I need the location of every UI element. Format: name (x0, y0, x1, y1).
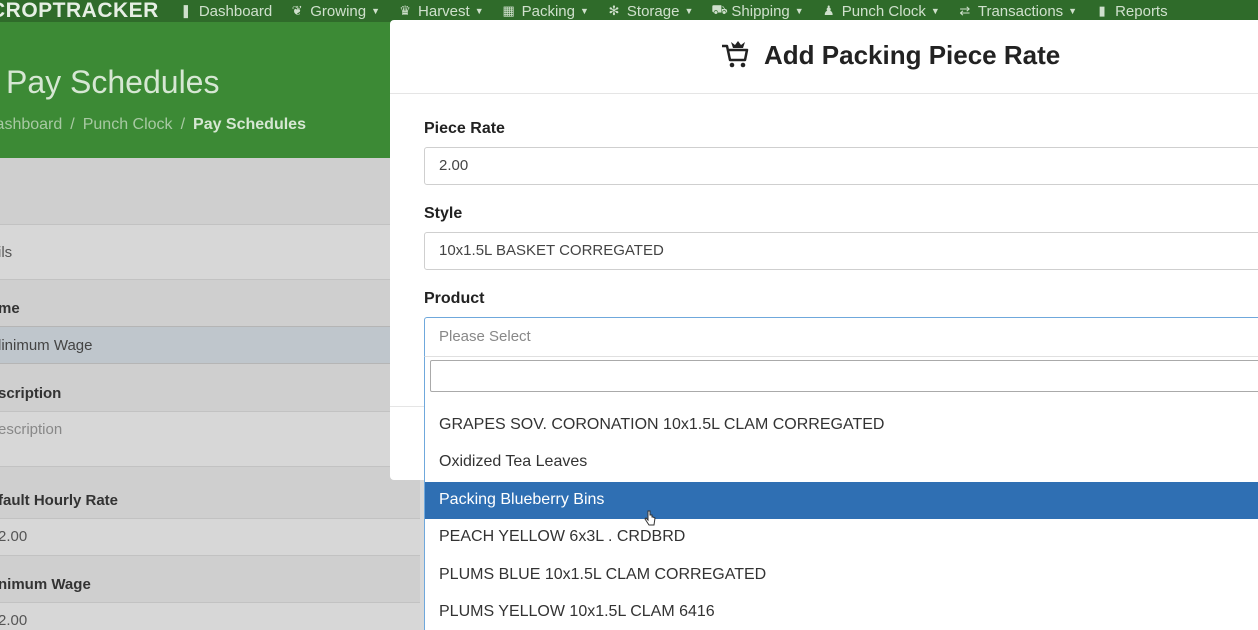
caret-down-icon: ▼ (930, 6, 940, 16)
nav-item-growing[interactable]: ❦ Growing ▼ (290, 3, 380, 20)
nav-item-label: Shipping (731, 2, 790, 20)
nav-item-label: Harvest (418, 2, 470, 20)
breadcrumb: Dashboard / Punch Clock / Pay Schedules (0, 116, 306, 134)
basket-icon: ♛ (399, 3, 411, 18)
truck-icon: ⛟ (711, 2, 728, 17)
piece-rate-input[interactable]: 2.00 (424, 147, 1258, 185)
caret-down-icon: ▼ (371, 6, 381, 16)
nav-item-packing[interactable]: ▦ Packing ▼ (502, 2, 589, 20)
nav-item-label: Growing (310, 2, 367, 20)
product-option[interactable]: GRAPES SOV. CORONATION 10x1.5L CLAM CORR… (425, 407, 1258, 444)
minimum-wage-value: 2.00 (0, 612, 28, 629)
brand-logo-text[interactable]: CROPTRACKER (0, 0, 159, 22)
product-option[interactable]: PLUMS YELLOW 10x1.5L CLAM 6416 (425, 594, 1258, 630)
caret-down-icon: ▼ (580, 6, 589, 16)
caret-down-icon: ▼ (474, 6, 484, 16)
modal-header: Add Packing Piece Rate (390, 20, 1258, 94)
default-hourly-rate-value: 2.00 (0, 528, 28, 545)
nav-item-label: Dashboard (198, 2, 273, 20)
product-search-input[interactable] (430, 360, 1258, 392)
product-option[interactable]: Oxidized Tea Leaves (425, 444, 1258, 481)
bar-chart-icon: ▮ (1098, 3, 1106, 18)
breadcrumb-punch-clock[interactable]: Punch Clock (83, 116, 173, 133)
description-input[interactable] (0, 411, 420, 467)
product-dropdown: GRAPES SOV. CORONATION 10x1.5L CLAM CORR… (424, 356, 1258, 630)
exchange-icon: ⇄ (959, 3, 971, 18)
details-section-row (0, 224, 420, 280)
leaf-icon: ❦ (291, 3, 303, 18)
product-select[interactable]: Please Select (424, 317, 1258, 357)
default-hourly-rate-label: fault Hourly Rate (0, 492, 119, 509)
minimum-wage-input[interactable] (0, 602, 420, 630)
name-label: me (0, 300, 20, 317)
nav-item-harvest[interactable]: ♛ Harvest ▼ (398, 2, 484, 20)
bookmark-icon: ❚ (180, 3, 192, 18)
product-option[interactable]: PLUMS BLUE 10x1.5L CLAM CORREGATED (425, 557, 1258, 594)
caret-down-icon: ▼ (794, 6, 804, 16)
nav-item-storage[interactable]: ✻ Storage ▼ (607, 3, 693, 20)
details-section-label: ils (0, 244, 13, 261)
nav-item-label: Punch Clock (841, 2, 926, 20)
description-label: scription (0, 385, 62, 402)
app-window: CROPTRACKER ❚ Dashboard ❦ Growing ▼ ♛ Harvest ▼… (0, 0, 1258, 630)
breadcrumb-pay-schedules: Pay Schedules (193, 116, 306, 133)
default-hourly-rate-input[interactable] (0, 518, 420, 556)
background-form: ils me linimum Wage scription escription… (0, 158, 420, 630)
user-icon: ♟ (822, 3, 835, 18)
nav-item-label: Transactions (977, 2, 1064, 20)
page-title: Pay Schedules (6, 64, 220, 100)
breadcrumb-separator: / (180, 116, 186, 133)
product-option[interactable]: PEACH YELLOW 6x3L . CRDBRD (425, 519, 1258, 556)
product-label: Product (424, 290, 485, 307)
modal-title: Add Packing Piece Rate (764, 40, 1061, 70)
top-navbar: CROPTRACKER ❚ Dashboard ❦ Growing ▼ ♛ Harvest ▼… (0, 0, 1258, 22)
snowflake-icon: ✻ (608, 3, 620, 18)
nav-item-label: Packing (521, 2, 575, 20)
breadcrumb-separator: / (70, 116, 75, 133)
nav-item-punch-clock[interactable]: ♟ Punch Clock ▼ (822, 3, 940, 20)
nav-item-reports[interactable]: ▮ Reports (1095, 3, 1168, 20)
nav-menu: ❚ Dashboard ❦ Growing ▼ ♛ Harvest ▼ ▦ Packing ▼ ✻ St… (179, 2, 1186, 20)
nav-item-dashboard[interactable]: ❚ Dashboard (179, 3, 272, 20)
description-placeholder: escription (0, 421, 63, 438)
nav-item-transactions[interactable]: ⇄ Transactions ▼ (958, 3, 1077, 20)
style-select[interactable]: 10x1.5L BASKET CORREGATED (424, 232, 1258, 270)
nav-item-label: Reports (1115, 2, 1168, 20)
nav-item-shipping[interactable]: ⛟ Shipping ▼ (711, 2, 803, 20)
style-label: Style (424, 205, 463, 222)
breadcrumb-dashboard[interactable]: Dashboard (0, 116, 62, 133)
minimum-wage-label: nimum Wage (0, 576, 91, 593)
product-option[interactable]: Packing Blueberry Bins (425, 482, 1258, 519)
cart-icon (722, 41, 749, 68)
mouse-cursor-icon (644, 510, 656, 526)
caret-down-icon: ▼ (684, 6, 694, 16)
boxes-icon: ▦ (502, 3, 515, 18)
nav-item-label: Storage (626, 2, 680, 20)
piece-rate-label: Piece Rate (424, 120, 505, 137)
name-value: linimum Wage (0, 337, 93, 354)
caret-down-icon: ▼ (1068, 6, 1078, 16)
